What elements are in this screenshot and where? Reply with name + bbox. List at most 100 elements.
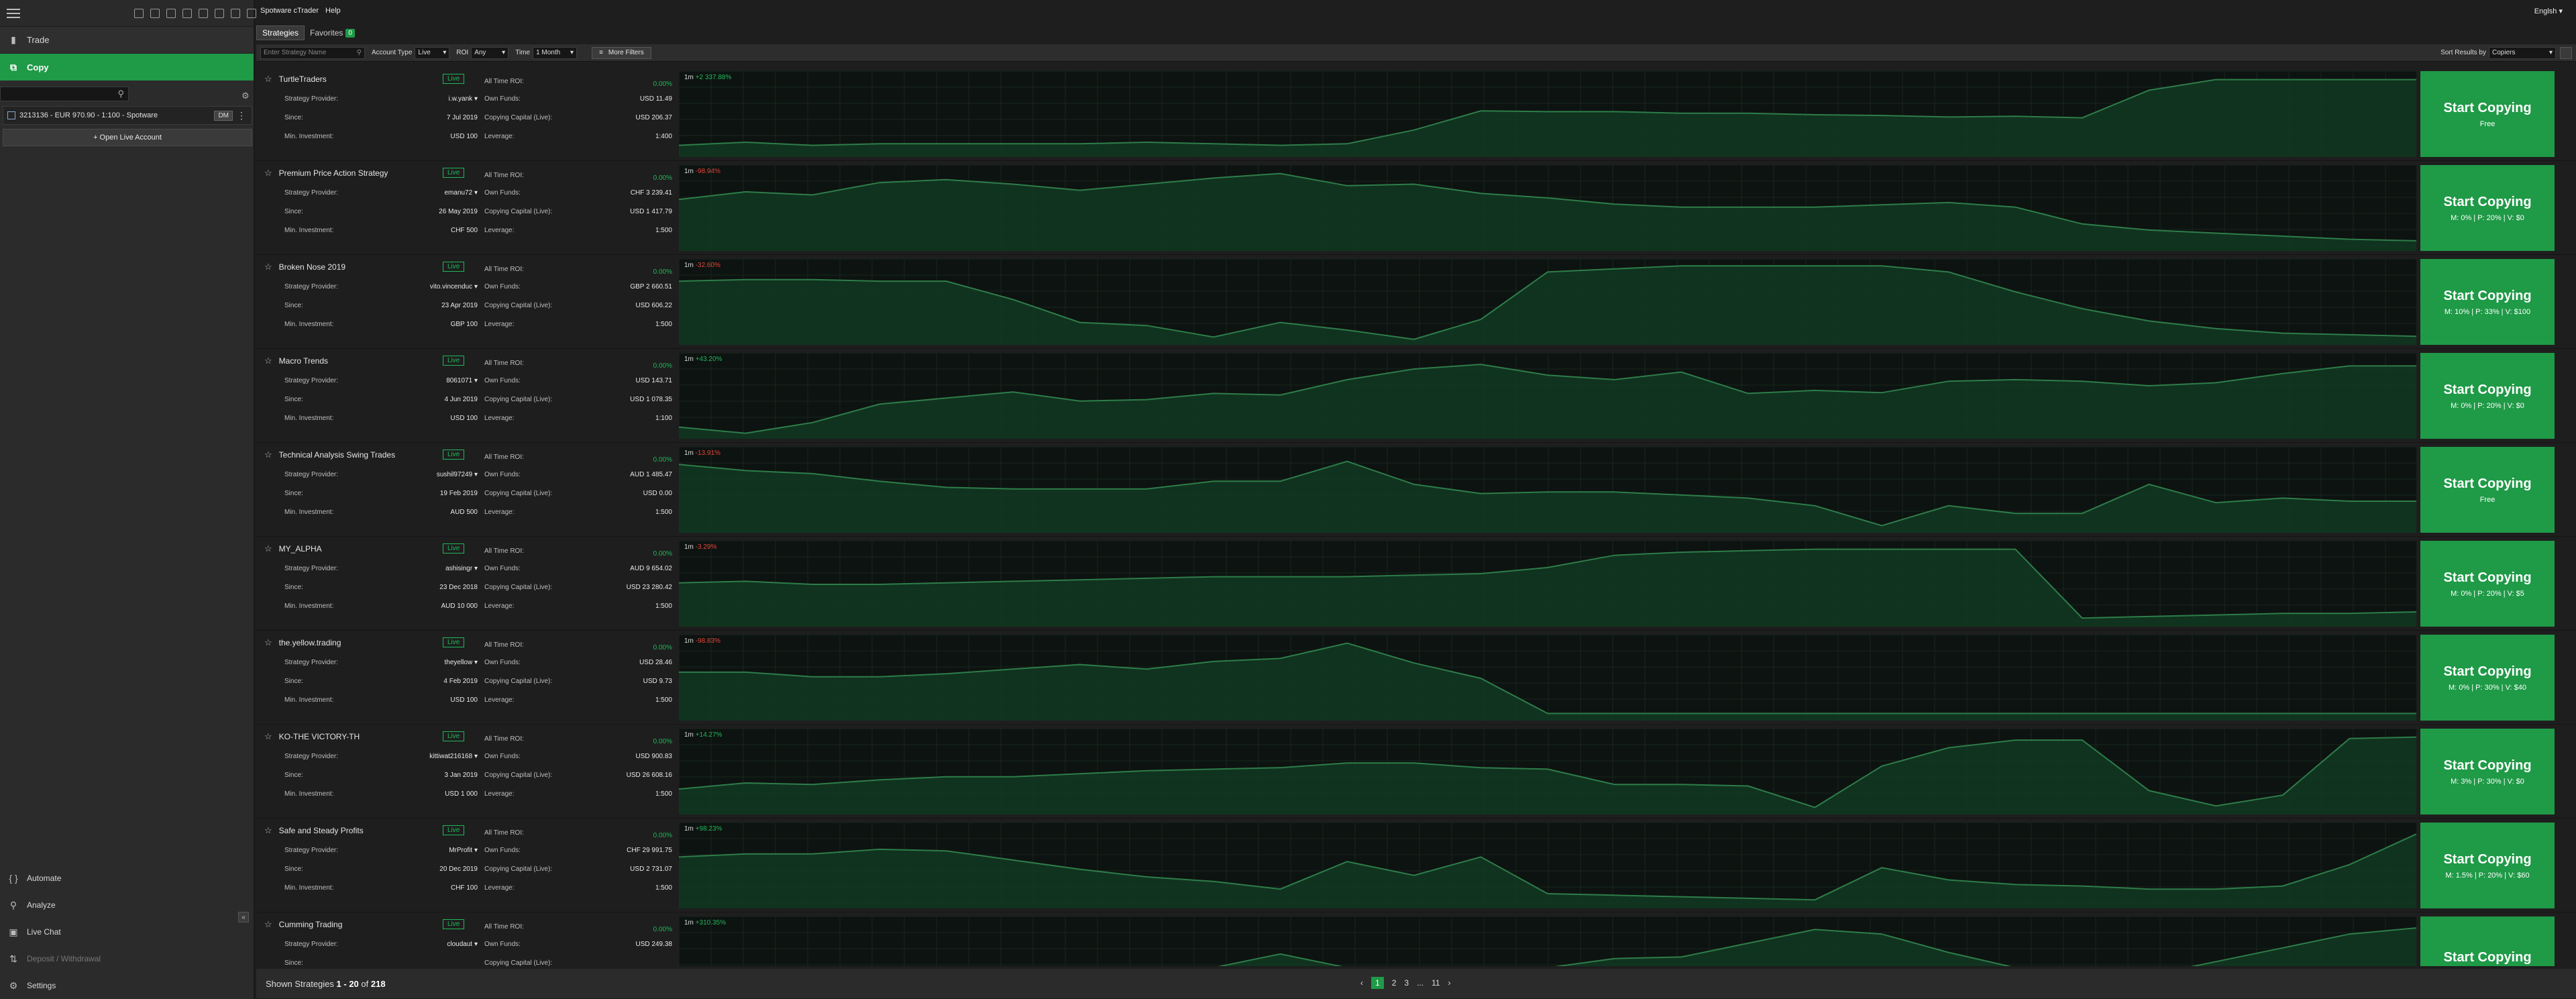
provider-value[interactable]: MrProfit ▾ xyxy=(449,847,478,854)
star-icon[interactable]: ☆ xyxy=(264,731,272,742)
performance-chart[interactable]: 1m +2 337.88% xyxy=(679,71,2416,157)
tab-favorites[interactable]: Favorites 0 xyxy=(305,25,360,40)
account-search-input[interactable]: ⚲ xyxy=(0,87,129,101)
star-icon[interactable]: ☆ xyxy=(264,168,272,178)
strategy-name[interactable]: Technical Analysis Swing Trades xyxy=(279,450,395,460)
provider-value[interactable]: theyellow ▾ xyxy=(444,659,478,666)
strategy-row[interactable]: ☆ Macro Trends Live Strategy Provider: 8… xyxy=(256,349,2576,443)
strategy-row[interactable]: ☆ Premium Price Action Strategy Live Str… xyxy=(256,161,2576,255)
strategy-name[interactable]: Broken Nose 2019 xyxy=(279,262,345,272)
star-icon[interactable]: ☆ xyxy=(264,825,272,836)
strategy-row[interactable]: ☆ MY_ALPHA Live Strategy Provider: ashis… xyxy=(256,537,2576,631)
start-copying-button[interactable]: Start Copying M: 10% | P: 33% | V: $100 xyxy=(2420,259,2555,345)
keyboard-icon[interactable] xyxy=(247,8,256,18)
sidebar-item-settings[interactable]: ⚙ Settings xyxy=(0,972,255,999)
strategy-name[interactable]: Premium Price Action Strategy xyxy=(279,168,388,178)
start-copying-button[interactable]: Start Copying M: 0% | P: 30% | V: $40 xyxy=(2420,635,2555,721)
account-type-select[interactable]: Live ▾ xyxy=(415,46,450,59)
strategy-row[interactable]: ☆ Technical Analysis Swing Trades Live S… xyxy=(256,443,2576,537)
page-3[interactable]: 3 xyxy=(1404,978,1409,988)
start-copying-button[interactable]: Start Copying M: 0% | P: 20% | V: $5 xyxy=(2420,541,2555,627)
star-icon[interactable]: ☆ xyxy=(264,637,272,648)
performance-chart[interactable]: 1m -3.29% xyxy=(679,541,2416,627)
star-icon[interactable]: ☆ xyxy=(264,262,272,272)
window-icon[interactable] xyxy=(199,8,208,18)
gear-icon[interactable]: ⚙ xyxy=(241,91,250,101)
copying-capital-label: Copying Capital (Live): xyxy=(484,207,553,215)
page-1[interactable]: 1 xyxy=(1371,977,1384,989)
star-icon[interactable]: ☆ xyxy=(264,919,272,930)
star-icon[interactable]: ☆ xyxy=(264,543,272,554)
start-copying-button[interactable]: Start Copying xyxy=(2420,916,2555,966)
tab-strategies[interactable]: Strategies xyxy=(256,25,305,40)
start-copying-button[interactable]: Start Copying M: 3% | P: 30% | V: $0 xyxy=(2420,729,2555,814)
time-select[interactable]: 1 Month ▾ xyxy=(533,46,578,59)
sidebar-item-automate[interactable]: { } Automate xyxy=(0,865,255,892)
account-selector[interactable]: 3213136 - EUR 970.90 - 1:100 - Spotware … xyxy=(3,106,252,125)
more-options-icon[interactable]: ⋮ xyxy=(237,110,246,121)
strategy-name[interactable]: Cumming Trading xyxy=(279,920,343,929)
provider-value[interactable]: ashisingr ▾ xyxy=(445,565,478,572)
strategy-row[interactable]: ☆ Safe and Steady Profits Live Strategy … xyxy=(256,819,2576,912)
open-live-account-button[interactable]: + Open Live Account xyxy=(3,129,252,146)
provider-value[interactable]: 8061071 ▾ xyxy=(446,377,478,384)
performance-chart[interactable]: 1m -98.83% xyxy=(679,635,2416,721)
provider-value[interactable]: vito.vincenduc ▾ xyxy=(430,283,478,291)
performance-chart[interactable]: 1m +14.27% xyxy=(679,729,2416,814)
strategy-name[interactable]: TurtleTraders xyxy=(279,74,327,84)
mail-icon[interactable] xyxy=(134,8,144,18)
star-icon[interactable]: ☆ xyxy=(264,74,272,85)
sidebar-item-copy[interactable]: ⧉ Copy xyxy=(0,54,254,81)
fullscreen-icon[interactable] xyxy=(182,8,192,18)
performance-chart[interactable]: 1m -98.94% xyxy=(679,165,2416,251)
start-copying-button[interactable]: Start Copying Free xyxy=(2420,447,2555,533)
roi-select[interactable]: Any ▾ xyxy=(471,46,509,59)
star-icon[interactable]: ☆ xyxy=(264,450,272,460)
strategy-row[interactable]: ☆ Cumming Trading Live Strategy Provider… xyxy=(256,912,2576,966)
strategy-name[interactable]: Safe and Steady Profits xyxy=(279,826,364,835)
strategy-name[interactable]: the.yellow.trading xyxy=(279,638,341,647)
strategy-name[interactable]: Macro Trends xyxy=(279,356,328,366)
prev-page-icon[interactable]: ‹ xyxy=(1360,978,1363,988)
sidebar-item-deposit[interactable]: ⇅ Deposit / Withdrawal xyxy=(0,945,255,972)
provider-value[interactable]: cloudaut ▾ xyxy=(447,941,478,948)
provider-value[interactable]: i.w.yank ▾ xyxy=(449,95,478,103)
provider-value[interactable]: sushil97249 ▾ xyxy=(437,471,478,478)
sort-select[interactable]: Copiers ▾ xyxy=(2489,46,2556,59)
performance-chart[interactable]: 1m +310.35% xyxy=(679,916,2416,966)
performance-chart[interactable]: 1m +98.23% xyxy=(679,823,2416,908)
start-copying-button[interactable]: Start Copying M: 1.5% | P: 20% | V: $60 xyxy=(2420,823,2555,908)
performance-chart[interactable]: 1m -32.60% xyxy=(679,259,2416,345)
sidebar-item-analyze[interactable]: ⚲ Analyze xyxy=(0,892,255,918)
strategy-row[interactable]: ☆ the.yellow.trading Live Strategy Provi… xyxy=(256,631,2576,725)
provider-value[interactable]: emanu72 ▾ xyxy=(444,189,478,197)
strategy-row[interactable]: ☆ KO-THE VICTORY-TH Live Strategy Provid… xyxy=(256,725,2576,819)
language-selector[interactable]: Englsh ▾ xyxy=(2534,7,2563,15)
performance-chart[interactable]: 1m +43.20% xyxy=(679,353,2416,439)
next-page-icon[interactable]: › xyxy=(1448,978,1451,988)
sort-direction-icon[interactable] xyxy=(2560,46,2572,59)
sidebar-item-live-chat[interactable]: ▣ Live Chat xyxy=(0,918,255,945)
start-copying-button[interactable]: Start Copying Free xyxy=(2420,71,2555,157)
start-copying-button[interactable]: Start Copying M: 0% | P: 20% | V: $0 xyxy=(2420,165,2555,251)
more-filters-button[interactable]: ≡ More Filters xyxy=(592,46,651,59)
strategy-row[interactable]: ☆ TurtleTraders Live Strategy Provider: … xyxy=(256,67,2576,161)
strategy-name[interactable]: KO-THE VICTORY-TH xyxy=(279,732,360,741)
page-11[interactable]: 11 xyxy=(1432,978,1440,988)
provider-value[interactable]: kittiwat216168 ▾ xyxy=(429,753,478,760)
link-icon[interactable] xyxy=(150,8,160,18)
strategy-row[interactable]: ☆ Broken Nose 2019 Live Strategy Provide… xyxy=(256,255,2576,349)
strategy-search-input[interactable]: Enter Strategy Name ⚲ xyxy=(260,46,365,59)
star-icon[interactable]: ☆ xyxy=(264,356,272,366)
sound-icon[interactable] xyxy=(231,8,240,18)
strategy-name[interactable]: MY_ALPHA xyxy=(279,544,322,554)
menu-help[interactable]: Help xyxy=(325,7,341,15)
menu-brand[interactable]: Spotware cTrader xyxy=(260,7,319,15)
layout-icon[interactable] xyxy=(215,8,224,18)
performance-chart[interactable]: 1m -13.91% xyxy=(679,447,2416,533)
start-copying-button[interactable]: Start Copying M: 0% | P: 20% | V: $0 xyxy=(2420,353,2555,439)
sidebar-item-trade[interactable]: ▮ Trade xyxy=(0,27,254,54)
print-icon[interactable] xyxy=(166,8,176,18)
page-2[interactable]: 2 xyxy=(1392,978,1397,988)
roi-label: All Time ROI: xyxy=(484,735,524,743)
